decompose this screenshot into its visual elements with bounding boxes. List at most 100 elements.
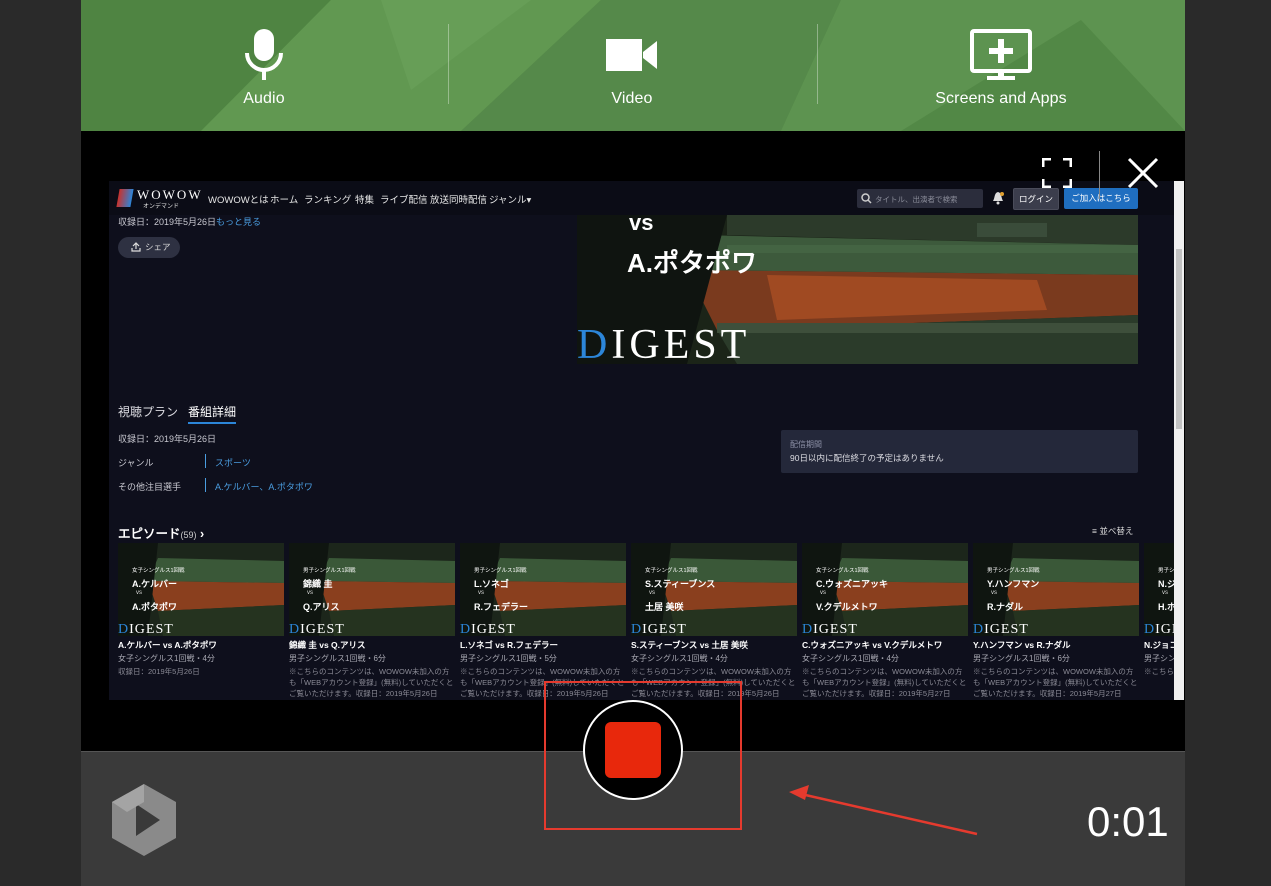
site-logo-sub: オンデマンド <box>143 204 180 210</box>
episode-description: ※こちらのコンテンツは、WOWOW未加入の方も「WEBアカウント登録」(無料)し… <box>289 667 454 698</box>
share-icon <box>131 242 141 252</box>
episode-vs: vs <box>1162 590 1168 596</box>
share-label: シェア <box>145 242 171 252</box>
nav-about[interactable]: WOWOWとは <box>208 192 269 206</box>
captured-screen-preview: WOWOW オンデマンド WOWOWとは ホーム ランキング 特集 ライブ配信 … <box>109 181 1184 700</box>
episode-title[interactable]: 錦織 圭 vs Q.アリス <box>289 639 455 651</box>
episode-vs: vs <box>649 590 655 596</box>
players-label: その他注目選手 <box>118 482 182 492</box>
episode-digest-title: DIGEST <box>460 622 516 636</box>
episode-card[interactable]: 女子シングルス1回戦 S.スティーブンス vs 土居 美咲 DIGEST S.スティーブン… <box>631 543 797 699</box>
tab-program-details[interactable]: 番組詳細 <box>188 403 237 424</box>
episode-description: 収録日：2019年5月26日 <box>118 667 200 676</box>
episode-title[interactable]: A.ケルバー vs A.ポタポワ <box>118 639 284 651</box>
nav-simulcast[interactable]: 放送同時配信 <box>430 192 487 206</box>
recorded-date: 収録日：2019年5月26日 <box>118 434 217 444</box>
source-toolbar: Audio Video Screens and Apps <box>81 0 1185 131</box>
preview-scrollbar[interactable] <box>1174 181 1184 700</box>
episode-thumbnail: 男子シングルス1回戦 Y.ハンフマン vs R.ナダル DIGEST <box>973 543 1139 636</box>
episode-title[interactable]: C.ウォズニアッキ vs V.クデルメトワ <box>802 639 968 651</box>
audio-button[interactable]: Audio <box>204 0 324 131</box>
close-icon[interactable] <box>1127 157 1159 189</box>
hero-image[interactable]: vs A.ポタポワ DIGEST <box>577 215 1138 364</box>
toolbar-divider <box>448 24 449 104</box>
annotation-highlight-box <box>544 681 742 830</box>
episode-card[interactable]: 女子シングルス1回戦 C.ウォズニアッキ vs V.クデルメトワ DIGEST C.ウォズ… <box>802 543 968 699</box>
login-button[interactable]: ログイン <box>1013 188 1059 210</box>
episode-player-1: A.ケルバー <box>132 579 178 589</box>
episode-title[interactable]: L.ソネゴ vs R.フェデラー <box>460 639 626 651</box>
app-logo-icon <box>112 784 176 856</box>
microphone-icon <box>242 24 286 86</box>
episode-player-2: Q.アリス <box>303 602 340 612</box>
video-camera-icon <box>605 24 659 86</box>
episode-card[interactable]: 男子シングルス1回戦 錦織 圭 vs Q.アリス DIGEST 錦織 圭 vs Q.アリス… <box>289 543 455 699</box>
sort-button[interactable]: ≡ 並べ替え <box>1092 525 1133 537</box>
players-divider <box>205 478 206 492</box>
tab-viewing-plan[interactable]: 視聴プラン <box>118 403 178 420</box>
episode-banner: 女子シングルス1回戦 <box>645 568 698 574</box>
nav-live[interactable]: ライブ配信 <box>380 192 428 206</box>
episode-player-2: R.ナダル <box>987 602 1024 612</box>
episode-meta: 女子シングルス1回戦・4分 <box>118 654 215 663</box>
episode-card[interactable]: 男子シングルス1回戦 Y.ハンフマン vs R.ナダル DIGEST Y.ハンフマン vs… <box>973 543 1139 699</box>
left-margin <box>0 0 81 886</box>
episode-thumbnail: 女子シングルス1回戦 A.ケルバー vs A.ポタポワ DIGEST <box>118 543 284 636</box>
add-screen-icon <box>969 24 1033 86</box>
nav-feature[interactable]: 特集 <box>355 192 374 206</box>
episode-thumbnail: 女子シングルス1回戦 C.ウォズニアッキ vs V.クデルメトワ DIGEST <box>802 543 968 636</box>
right-margin <box>1185 0 1271 886</box>
recorded-date-top: 収録日：2019年5月26日もっと見る <box>118 217 262 227</box>
genre-label: ジャンル <box>118 458 154 468</box>
nav-ranking[interactable]: ランキング <box>304 192 351 206</box>
episode-meta: 男子シングルス1回戦・5分 <box>460 654 557 663</box>
episode-title[interactable]: Y.ハンフマン vs R.ナダル <box>973 639 1139 651</box>
hero-player: A.ポタポワ <box>627 248 758 278</box>
episodes-heading[interactable]: エピソード(59) › <box>118 523 204 542</box>
share-button[interactable]: シェア <box>118 237 180 258</box>
bell-icon[interactable] <box>992 191 1004 205</box>
episode-player-1: C.ウォズニアッキ <box>816 579 889 589</box>
episode-player-2: V.クデルメトワ <box>816 602 878 612</box>
episode-card[interactable]: 女子シングルス1回戦 A.ケルバー vs A.ポタポワ DIGEST A.ケルバー vs … <box>118 543 284 677</box>
hero-vs: vs <box>629 215 654 235</box>
fullscreen-icon[interactable] <box>1042 158 1072 188</box>
delivery-title: 配信期間 <box>790 440 822 449</box>
episode-player-2: 土居 美咲 <box>645 602 684 612</box>
episode-player-1: 錦織 圭 <box>303 579 333 589</box>
scrollbar-thumb[interactable] <box>1176 249 1182 429</box>
episode-banner: 男子シングルス1回戦 <box>474 568 527 574</box>
genre-divider <box>205 454 206 468</box>
nav-genre[interactable]: ジャンル▾ <box>489 192 531 206</box>
episode-meta: 男子シングルス1回戦・6分 <box>973 654 1070 663</box>
recorder-window: Audio Video Screens and Apps WOWOW オンデマン… <box>81 0 1185 886</box>
site-header: WOWOW オンデマンド WOWOWとは ホーム ランキング 特集 ライブ配信 … <box>109 181 1184 215</box>
episode-card[interactable]: 男子シングルス1回戦 L.ソネゴ vs R.フェデラー DIGEST L.ソネゴ vs R… <box>460 543 626 699</box>
episode-meta: 女子シングルス1回戦・4分 <box>631 654 728 663</box>
episode-title[interactable]: S.スティーブンス vs 土居 美咲 <box>631 639 797 651</box>
episode-banner: 女子シングルス1回戦 <box>816 568 869 574</box>
video-button[interactable]: Video <box>572 0 692 131</box>
delivery-text: 90日以内に配信終了の予定はありません <box>790 453 944 463</box>
episode-meta: 男子シングルス1回戦・6分 <box>289 654 386 663</box>
episode-banner: 男子シングルス1回戦 <box>987 568 1040 574</box>
audio-label: Audio <box>243 90 285 107</box>
toolbar-divider <box>817 24 818 104</box>
players-link[interactable]: A.ケルバー、A.ポタポワ <box>215 480 313 493</box>
episode-player-2: A.ポタポワ <box>132 602 178 612</box>
site-search-input[interactable]: タイトル、出演者で検索 <box>857 189 983 208</box>
nav-home[interactable]: ホーム <box>270 192 298 206</box>
episode-player-2: R.フェデラー <box>474 602 529 612</box>
episode-banner: 男子シングルス1回戦 <box>303 568 356 574</box>
video-label: Video <box>611 90 653 107</box>
screens-and-apps-label: Screens and Apps <box>935 90 1067 107</box>
recording-timer: 0:01 <box>1087 798 1169 845</box>
hero-digest-title: DIGEST <box>577 322 751 364</box>
episode-digest-title: DIGEST <box>289 622 345 636</box>
genre-link[interactable]: スポーツ <box>215 456 251 469</box>
episode-digest-title: DIGEST <box>973 622 1029 636</box>
episode-vs: vs <box>991 590 997 596</box>
screens-and-apps-button[interactable]: Screens and Apps <box>926 0 1076 131</box>
join-button[interactable]: ご加入はこちら <box>1064 188 1138 209</box>
more-link[interactable]: もっと見る <box>216 217 261 227</box>
